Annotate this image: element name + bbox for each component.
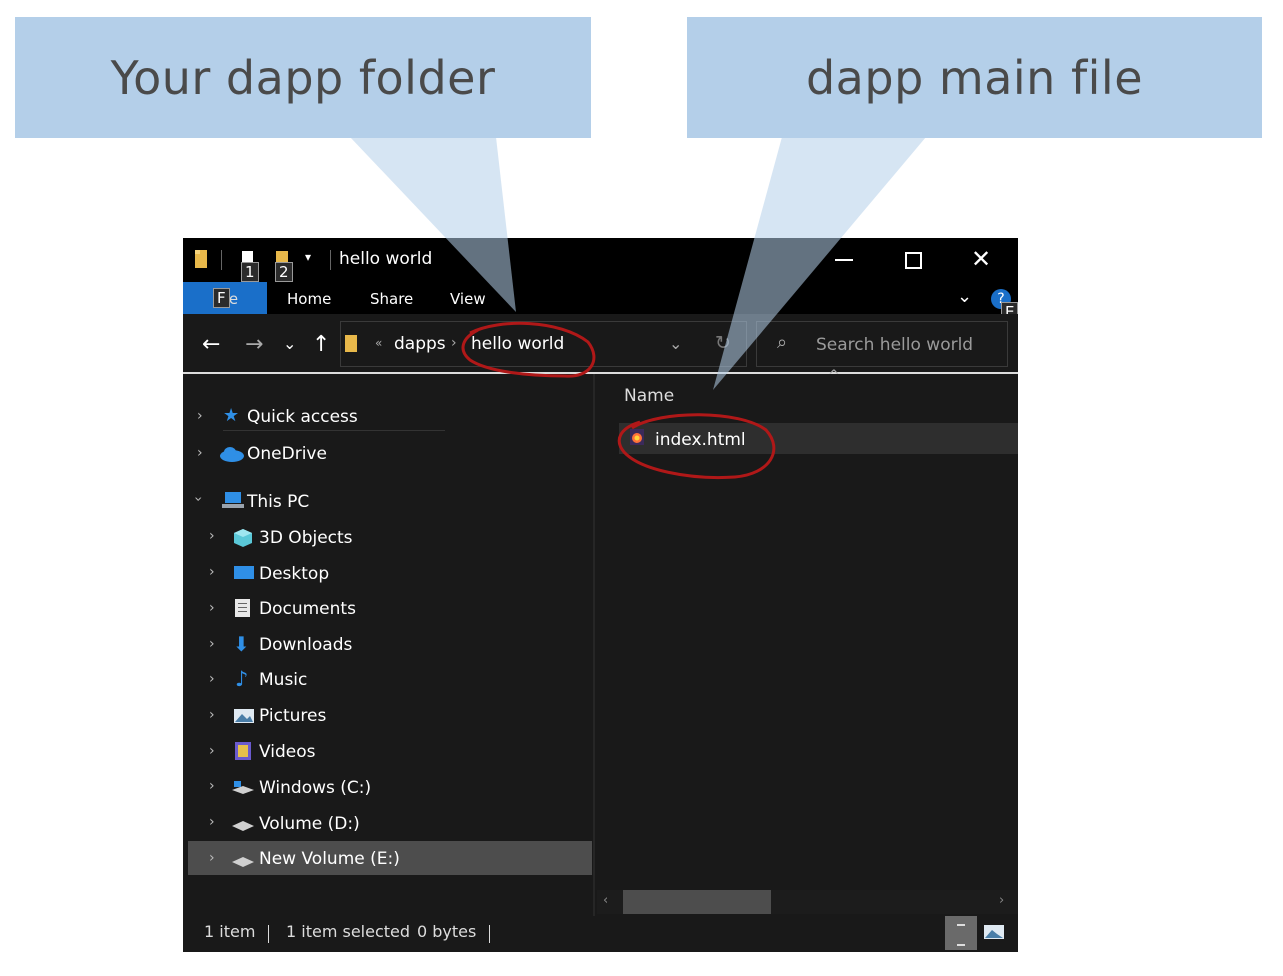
downloads-arrow-icon: ⬇ <box>233 632 250 656</box>
expand-onedrive-icon[interactable]: › <box>197 445 203 461</box>
status-separator-1 <box>268 925 269 943</box>
drive-e-icon <box>232 857 254 867</box>
expand-volume-d-icon[interactable]: › <box>209 814 215 830</box>
nav-onedrive[interactable]: OneDrive <box>247 444 327 464</box>
file-name-index-html[interactable]: index.html <box>655 430 746 450</box>
documents-icon <box>235 599 250 617</box>
nav-windows-c[interactable]: Windows (C:) <box>259 778 371 798</box>
breadcrumb-separator-icon[interactable]: › <box>451 335 457 351</box>
back-arrow-icon[interactable]: ← <box>202 332 220 357</box>
status-separator-2 <box>489 925 490 943</box>
nav-this-pc[interactable]: This PC <box>247 492 309 512</box>
tab-share[interactable]: Share <box>370 290 413 308</box>
details-view-icon <box>957 924 965 946</box>
qat-separator <box>221 250 222 270</box>
firefox-html-file-icon <box>630 429 644 445</box>
scrollbar-thumb[interactable] <box>623 890 771 914</box>
computer-icon <box>222 492 244 508</box>
content-pane <box>595 374 1018 916</box>
status-selected: 1 item selected <box>286 922 411 941</box>
onedrive-cloud-icon <box>220 447 244 462</box>
address-folder-icon <box>345 335 357 352</box>
scroll-left-icon[interactable]: ‹ <box>603 893 608 908</box>
expand-music-icon[interactable]: › <box>209 671 215 687</box>
title-bar: ▾ hello world 1 2 ✕ <box>183 238 1018 282</box>
breadcrumb-hello-world[interactable]: hello world <box>471 334 564 354</box>
expand-windows-c-icon[interactable]: › <box>209 778 215 794</box>
expand-downloads-icon[interactable]: › <box>209 636 215 652</box>
tab-home[interactable]: Home <box>287 290 331 308</box>
folder-icon <box>195 250 207 268</box>
search-icon: ⌕ <box>777 332 788 353</box>
expand-desktop-icon[interactable]: › <box>209 564 215 580</box>
search-placeholder[interactable]: Search hello world <box>816 335 973 355</box>
nav-documents[interactable]: Documents <box>259 599 356 619</box>
close-button[interactable]: ✕ <box>971 245 991 273</box>
details-view-button[interactable] <box>945 916 977 950</box>
3d-objects-icon <box>234 529 252 547</box>
callout-dapp-folder-text: Your dapp folder <box>110 50 496 105</box>
up-arrow-icon[interactable]: ↑ <box>312 332 330 357</box>
windows-drive-icon <box>232 781 254 794</box>
qat-dropdown-icon[interactable]: ▾ <box>305 250 311 264</box>
desktop-icon <box>234 566 254 579</box>
expand-videos-icon[interactable]: › <box>209 743 215 759</box>
collapse-this-pc-icon[interactable]: › <box>190 496 206 502</box>
star-icon: ★ <box>223 405 240 426</box>
expand-quick-access-icon[interactable]: › <box>197 408 203 424</box>
keytip-file: F <box>213 288 230 308</box>
minimize-button[interactable] <box>835 259 853 261</box>
nav-downloads[interactable]: Downloads <box>259 635 352 655</box>
quick-access-underline <box>223 430 445 431</box>
breadcrumb-dapps[interactable]: dapps <box>394 334 446 354</box>
nav-volume-d[interactable]: Volume (D:) <box>259 814 360 834</box>
keytip-1: 1 <box>241 262 259 282</box>
title-separator <box>330 250 331 270</box>
drive-d-icon <box>232 821 254 831</box>
large-icons-view-icon[interactable] <box>983 923 1005 941</box>
nav-music[interactable]: Music <box>259 670 307 690</box>
forward-arrow-icon[interactable]: → <box>245 332 263 357</box>
expand-pictures-icon[interactable]: › <box>209 707 215 723</box>
maximize-button[interactable] <box>905 252 922 269</box>
callout-dapp-main-file: dapp main file <box>687 17 1262 138</box>
column-header-name[interactable]: Name <box>624 386 674 406</box>
music-note-icon: ♪ <box>235 667 249 691</box>
callout-dapp-folder: Your dapp folder <box>15 17 591 138</box>
expand-documents-icon[interactable]: › <box>209 600 215 616</box>
window-title: hello world <box>339 249 433 269</box>
nav-quick-access[interactable]: Quick access <box>247 407 358 427</box>
nav-videos[interactable]: Videos <box>259 742 316 762</box>
videos-icon <box>235 742 251 760</box>
callout-dapp-main-file-text: dapp main file <box>805 50 1144 105</box>
recent-locations-icon[interactable]: ⌄ <box>283 334 296 353</box>
tab-view[interactable]: View <box>450 290 486 308</box>
nav-3d-objects[interactable]: 3D Objects <box>259 528 353 548</box>
refresh-icon[interactable]: ↻ <box>715 332 731 354</box>
nav-new-volume-e[interactable]: New Volume (E:) <box>259 849 400 869</box>
address-dropdown-icon[interactable]: ⌄ <box>669 334 682 353</box>
status-item-count: 1 item <box>204 922 256 941</box>
nav-desktop[interactable]: Desktop <box>259 564 329 584</box>
overflow-chevron-icon[interactable]: « <box>375 336 382 350</box>
pictures-icon <box>234 709 254 723</box>
sort-up-icon: ^ <box>828 368 840 384</box>
file-explorer-window: ▾ hello world 1 2 ✕ File F Home Share Vi… <box>183 238 1018 952</box>
expand-3d-objects-icon[interactable]: › <box>209 528 215 544</box>
nav-pictures[interactable]: Pictures <box>259 706 326 726</box>
scroll-right-icon[interactable]: › <box>999 893 1004 908</box>
expand-ribbon-icon[interactable]: ⌄ <box>957 286 972 307</box>
status-size: 0 bytes <box>417 922 477 941</box>
expand-new-volume-e-icon[interactable]: › <box>209 850 215 866</box>
keytip-2: 2 <box>275 262 293 282</box>
